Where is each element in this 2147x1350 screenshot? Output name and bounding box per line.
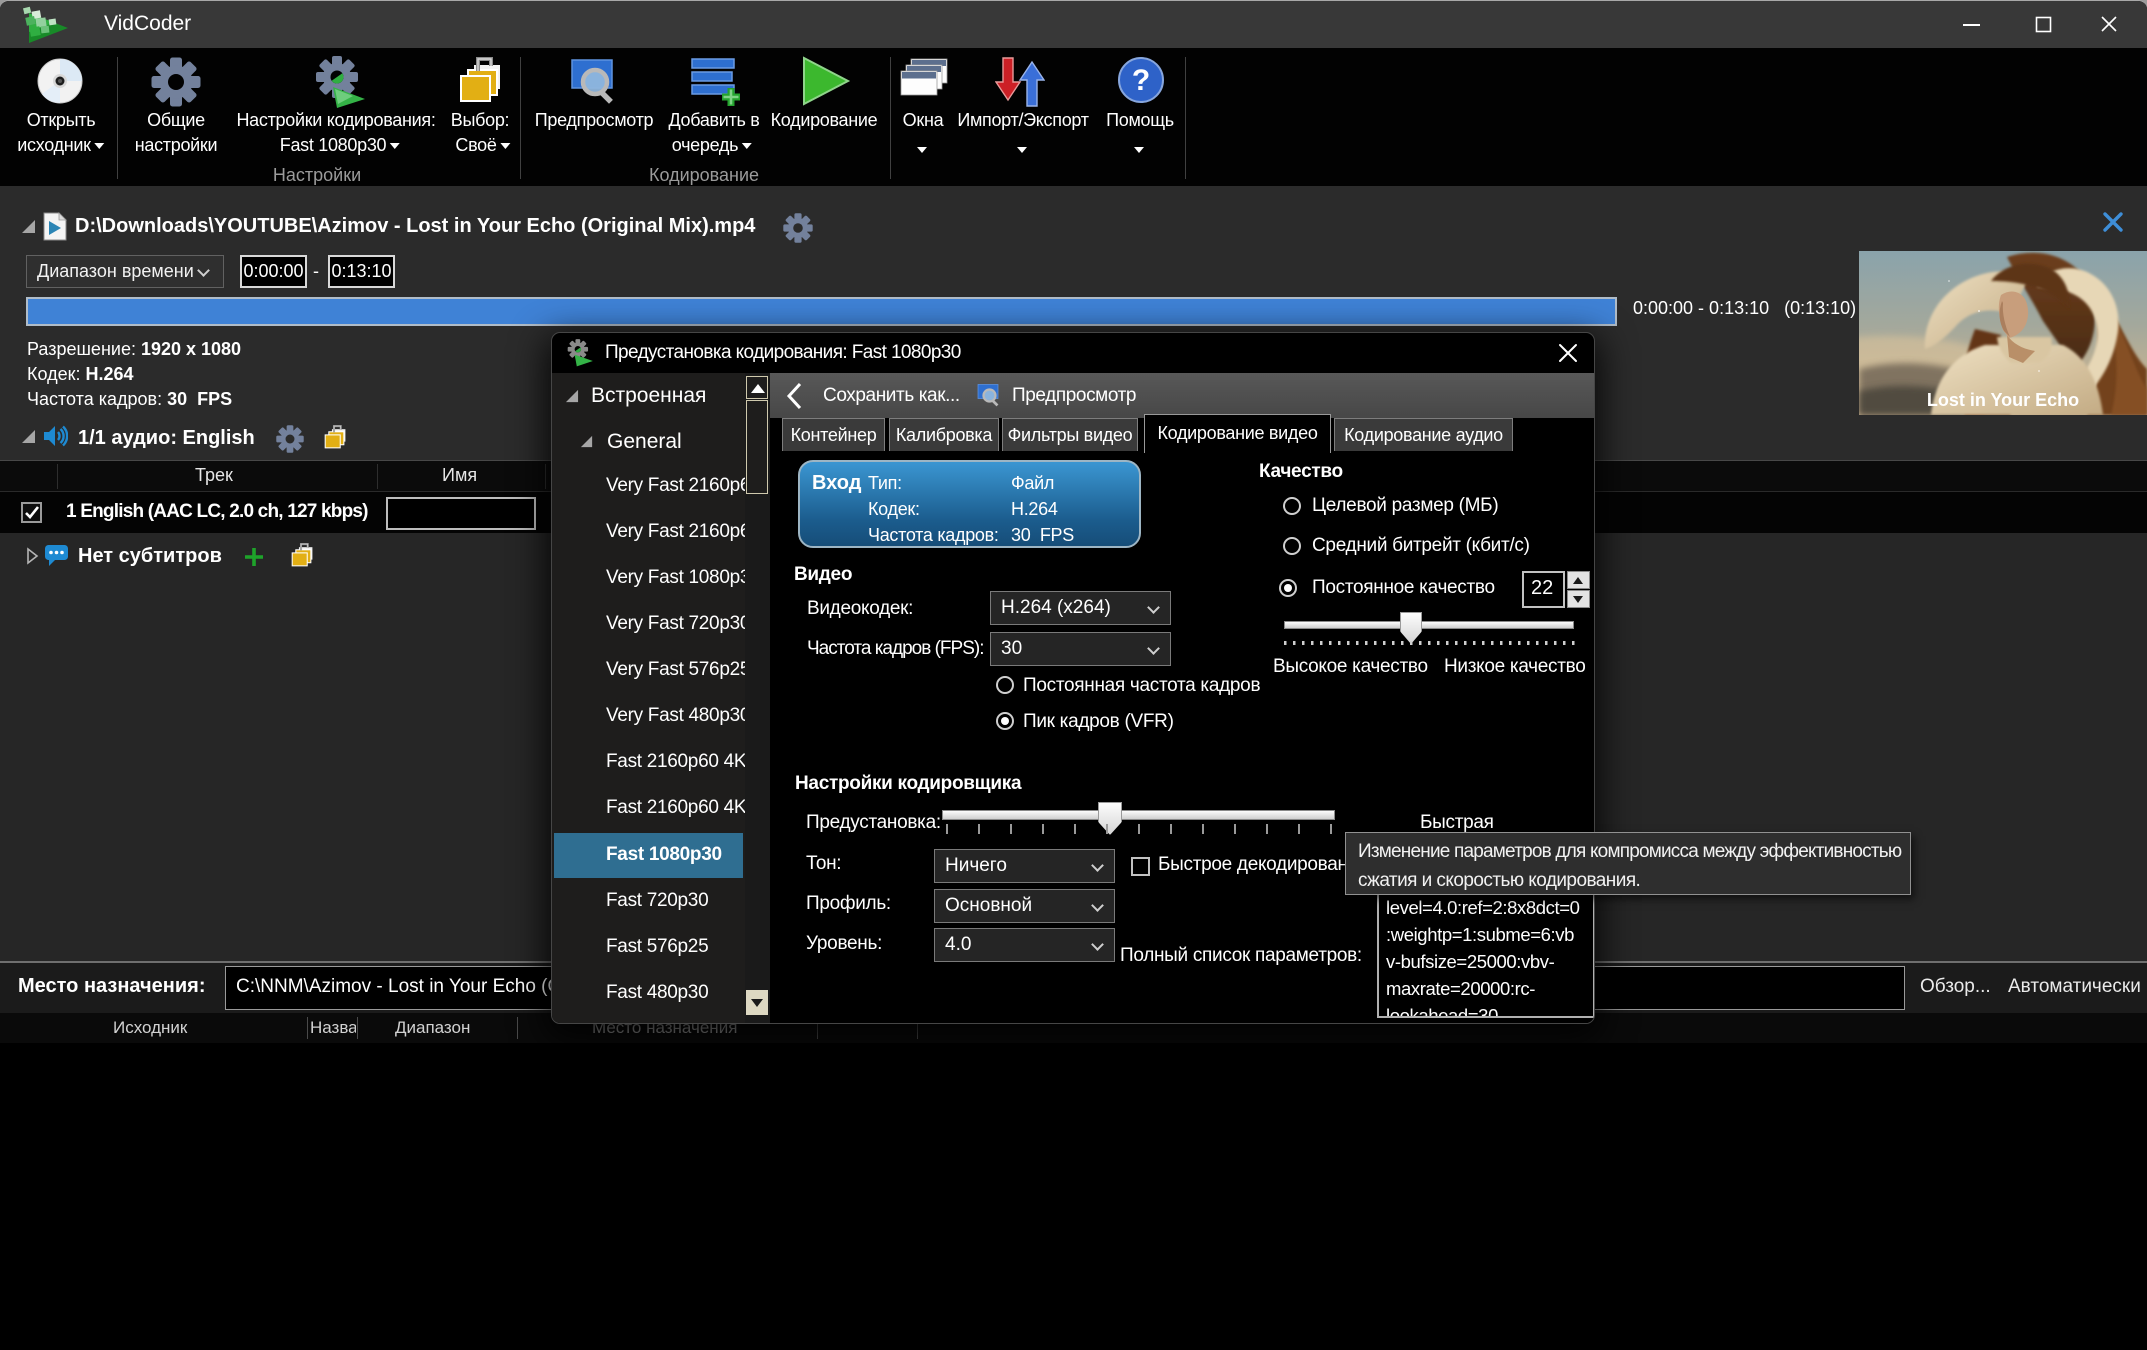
- svg-text:?: ?: [1132, 64, 1150, 97]
- svg-text:Lost in Your Echo: Lost in Your Echo: [1927, 390, 2079, 410]
